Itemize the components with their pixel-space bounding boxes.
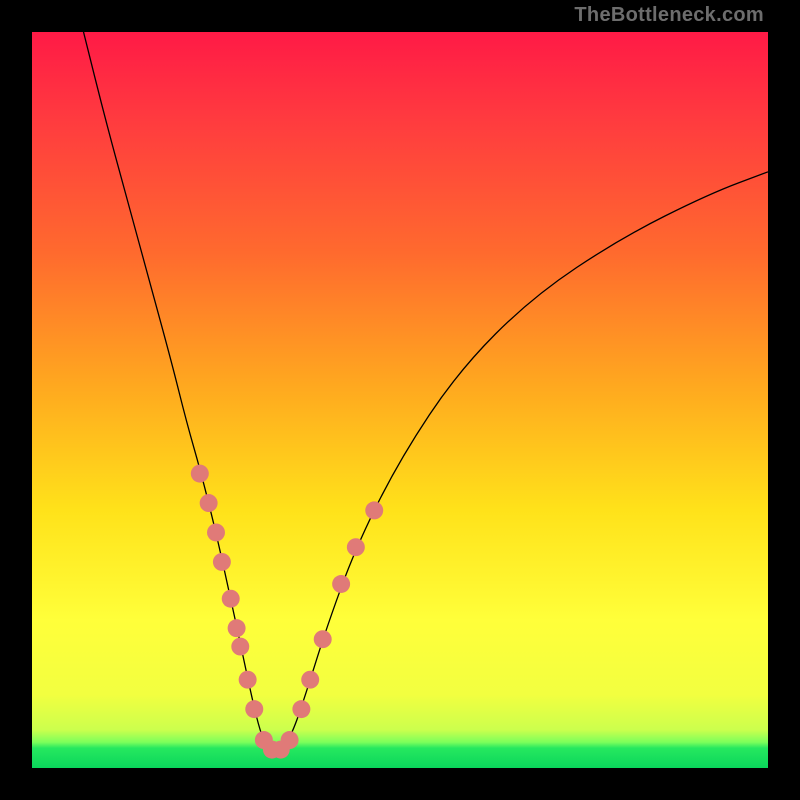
curve-dot: [347, 538, 365, 556]
watermark-text: TheBottleneck.com: [574, 4, 764, 27]
chart-frame: TheBottleneck.com: [0, 0, 800, 800]
curve-dot: [207, 524, 225, 542]
curve-dot: [332, 575, 350, 593]
curve-dot: [228, 619, 246, 637]
curve-dot: [314, 630, 332, 648]
bottleneck-curve: [84, 32, 768, 751]
curve-dot: [301, 671, 319, 689]
curve-dot: [231, 638, 249, 656]
curve-dot: [200, 494, 218, 512]
curve-dot: [292, 700, 310, 718]
chart-overlay: [32, 32, 768, 768]
curve-markers: [191, 465, 383, 759]
curve-dot: [245, 700, 263, 718]
curve-dot: [222, 590, 240, 608]
curve-dot: [365, 501, 383, 519]
curve-dot: [191, 465, 209, 483]
curve-dot: [213, 553, 231, 571]
curve-dot: [239, 671, 257, 689]
curve-dot: [281, 731, 299, 749]
